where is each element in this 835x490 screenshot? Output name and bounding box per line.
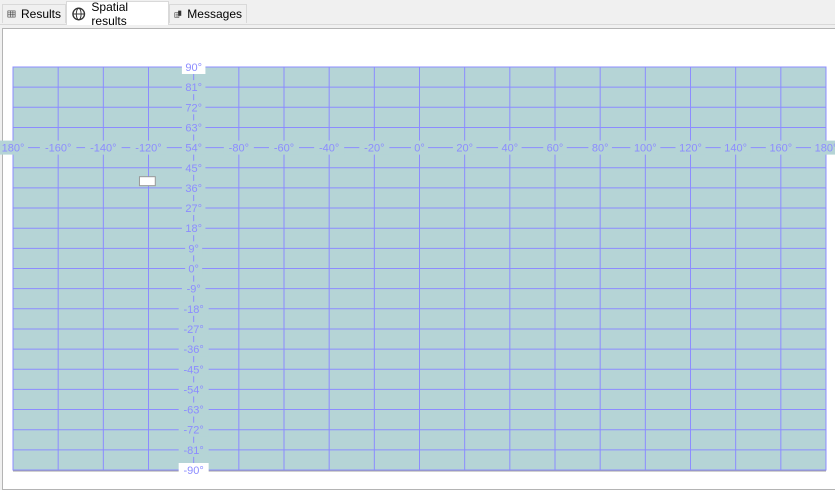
longitude-label: 20° xyxy=(456,143,473,155)
latitude-label: -9° xyxy=(187,284,201,296)
longitude-label: 80° xyxy=(592,143,609,155)
latitude-label: 63° xyxy=(185,122,202,134)
longitude-label: -140° xyxy=(90,143,116,155)
longitude-label: 180° xyxy=(815,143,835,155)
spatial-shape xyxy=(138,176,156,187)
latitude-label: 72° xyxy=(185,102,202,114)
latitude-label: 90° xyxy=(185,62,202,74)
longitude-label: 180° xyxy=(2,143,25,155)
longitude-label: 0° xyxy=(414,143,425,155)
latitude-label: -18° xyxy=(184,304,204,316)
latitude-label: 0° xyxy=(188,264,199,276)
spatial-map[interactable]: 180° -160° -140° -120° -80° -60° -40° -20° 0° 20°… xyxy=(0,0,835,487)
longitude-label: 100° xyxy=(634,143,657,155)
longitude-label: -40° xyxy=(319,143,339,155)
latitude-label: 45° xyxy=(185,163,202,175)
longitude-label: -20° xyxy=(364,143,384,155)
latitude-label: -72° xyxy=(184,425,204,437)
latitude-label: -27° xyxy=(184,324,204,336)
latitude-label: -45° xyxy=(184,364,204,376)
latitude-label: 36° xyxy=(185,183,202,195)
latitude-label: 54° xyxy=(185,143,202,155)
longitude-label: 120° xyxy=(679,143,702,155)
longitude-label: 40° xyxy=(502,143,519,155)
latitude-label: -54° xyxy=(184,384,204,396)
latitude-label: 81° xyxy=(185,82,202,94)
latitude-label: -36° xyxy=(184,344,204,356)
latitude-label: 27° xyxy=(185,203,202,215)
latitude-label: 18° xyxy=(185,223,202,235)
latitude-label: -90° xyxy=(184,465,204,477)
longitude-label: -120° xyxy=(135,143,161,155)
longitude-label: 160° xyxy=(769,143,792,155)
longitude-label: -80° xyxy=(229,143,249,155)
longitude-label: 60° xyxy=(547,143,564,155)
latitude-label: 9° xyxy=(188,243,199,255)
latitude-label: -81° xyxy=(184,445,204,457)
longitude-label: 140° xyxy=(724,143,747,155)
longitude-label: -160° xyxy=(45,143,71,155)
longitude-label: -60° xyxy=(274,143,294,155)
latitude-label: -63° xyxy=(184,405,204,417)
